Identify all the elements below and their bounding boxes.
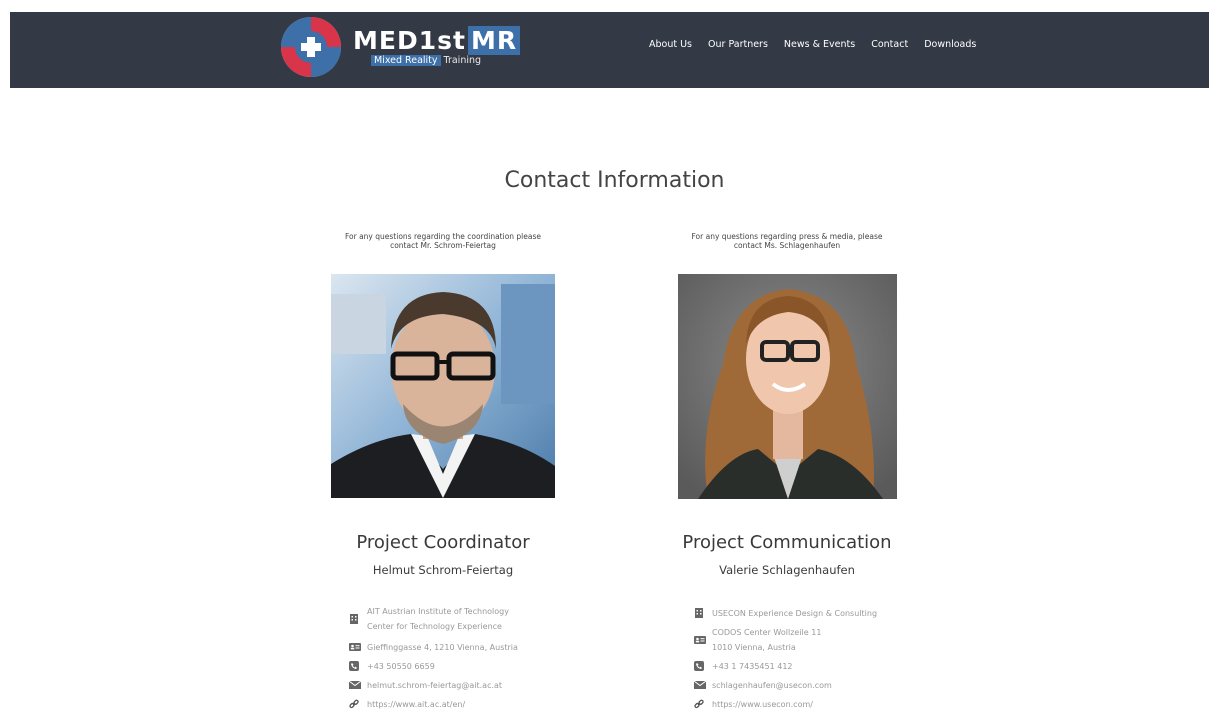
link-icon xyxy=(694,699,704,709)
contact-intro: For any questions regarding the coordina… xyxy=(313,232,573,250)
logo-sub-rest: Training xyxy=(440,55,482,66)
envelope-icon xyxy=(349,680,361,689)
contact-photo xyxy=(678,274,897,499)
website-link[interactable]: https://www.usecon.com/ xyxy=(712,697,813,712)
logo-cross-icon xyxy=(281,17,341,77)
phone-icon xyxy=(694,661,704,671)
logo-title-main: MED1st xyxy=(353,26,466,55)
intro-line-1: For any questions regarding press & medi… xyxy=(691,232,883,241)
address-card-icon xyxy=(349,643,361,651)
org-line-1: AIT Austrian Institute of Technology xyxy=(367,607,509,616)
main-nav: About Us Our Partners News & Events Cont… xyxy=(649,39,976,50)
logo-subtitle: Mixed Reality Training xyxy=(371,55,481,66)
address-card-icon xyxy=(694,636,706,644)
logo-title: MED1st MR xyxy=(353,26,521,55)
building-icon xyxy=(695,608,703,618)
contact-photo xyxy=(331,274,555,498)
building-icon xyxy=(350,614,358,624)
nav-contact[interactable]: Contact xyxy=(871,39,908,50)
nav-news-events[interactable]: News & Events xyxy=(784,39,855,50)
contact-role: Project Communication xyxy=(682,532,892,553)
address-line-2: 1010 Vienna, Austria xyxy=(712,643,796,652)
site-logo[interactable]: MED1st MR Mixed Reality Training xyxy=(270,14,521,86)
email-link[interactable]: schlagenhaufen@usecon.com xyxy=(712,678,832,693)
site-header: MED1st MR Mixed Reality Training About Us… xyxy=(10,12,1209,88)
phone-icon xyxy=(349,661,359,671)
contact-details: AIT Austrian Institute of Technology Cen… xyxy=(349,604,569,714)
contact-name: Valerie Schlagenhaufen xyxy=(719,563,855,577)
org-line-2: Center for Technology Experience xyxy=(367,622,502,631)
contact-name: Helmut Schrom-Feiertag xyxy=(372,563,514,577)
address-line-1: CODOS Center Wollzeile 11 xyxy=(712,628,822,637)
contact-intro: For any questions regarding press & medi… xyxy=(657,232,917,250)
contact-role: Project Coordinator xyxy=(356,532,530,553)
page-title: Contact Information xyxy=(504,168,725,193)
link-icon xyxy=(349,699,359,709)
nav-our-partners[interactable]: Our Partners xyxy=(708,39,768,50)
envelope-icon xyxy=(694,680,706,689)
address-line-1: Gieffinggasse 4, 1210 Vienna, Austria xyxy=(367,643,518,652)
phone-number[interactable]: +43 50550 6659 xyxy=(367,659,435,674)
intro-line-2: contact Mr. Schrom-Feiertag xyxy=(390,241,496,250)
logo-title-mr: MR xyxy=(467,26,521,55)
contact-details: USECON Experience Design & Consulting CO… xyxy=(694,604,914,714)
nav-about-us[interactable]: About Us xyxy=(649,39,692,50)
website-link[interactable]: https://www.ait.ac.at/en/ xyxy=(367,697,465,712)
logo-sub-highlight: Mixed Reality xyxy=(371,55,441,66)
email-link[interactable]: helmut.schrom-feiertag@ait.ac.at xyxy=(367,678,502,693)
nav-downloads[interactable]: Downloads xyxy=(924,39,976,50)
intro-line-1: For any questions regarding the coordina… xyxy=(344,232,542,241)
phone-number[interactable]: +43 1 7435451 412 xyxy=(712,659,793,674)
org-line-1: USECON Experience Design & Consulting xyxy=(712,609,878,618)
intro-line-2: contact Ms. Schlagenhaufen xyxy=(733,241,841,250)
